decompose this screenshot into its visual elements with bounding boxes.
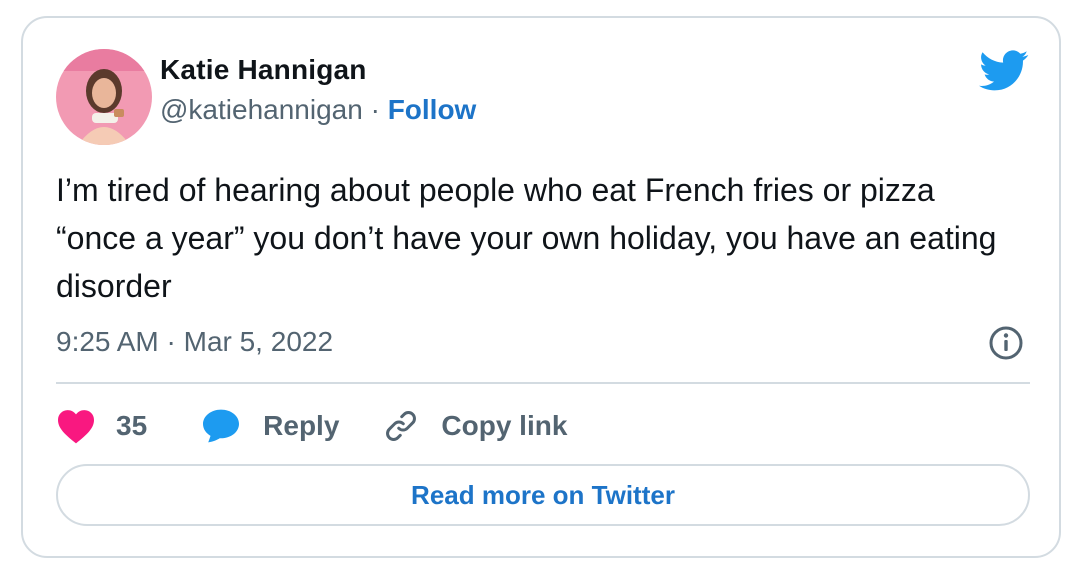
like-button[interactable]: 35: [56, 408, 147, 444]
twitter-bird-icon[interactable]: [979, 50, 1029, 92]
copy-link-label: Copy link: [441, 410, 568, 441]
divider: [56, 382, 1030, 384]
tweet-text: I’m tired of hearing about people who ea…: [56, 172, 997, 304]
tweet-timestamp[interactable]: 9:25 AM · Mar 5, 2022: [56, 326, 333, 358]
read-more-button[interactable]: Read more on Twitter: [56, 464, 1030, 526]
heart-icon: [56, 408, 96, 444]
follow-link[interactable]: Follow: [388, 94, 477, 125]
separator-dot: ·: [370, 94, 380, 125]
tweet-actions: 35 Reply Copy link: [56, 402, 567, 450]
author-handle[interactable]: @katiehannigan: [160, 94, 363, 125]
like-count: 35: [116, 410, 148, 441]
author-name[interactable]: Katie Hannigan: [160, 54, 367, 86]
link-icon: [383, 408, 419, 444]
copy-link-button[interactable]: Copy link: [383, 408, 567, 444]
author-avatar[interactable]: [56, 49, 152, 145]
tweet-card: Katie Hannigan @katiehannigan · Follow I…: [21, 16, 1061, 558]
info-icon[interactable]: [988, 325, 1024, 361]
reply-label: Reply: [263, 410, 340, 441]
author-handle-line: @katiehannigan · Follow: [160, 94, 476, 126]
speech-bubble-icon: [201, 408, 241, 444]
reply-button[interactable]: Reply: [201, 408, 339, 444]
